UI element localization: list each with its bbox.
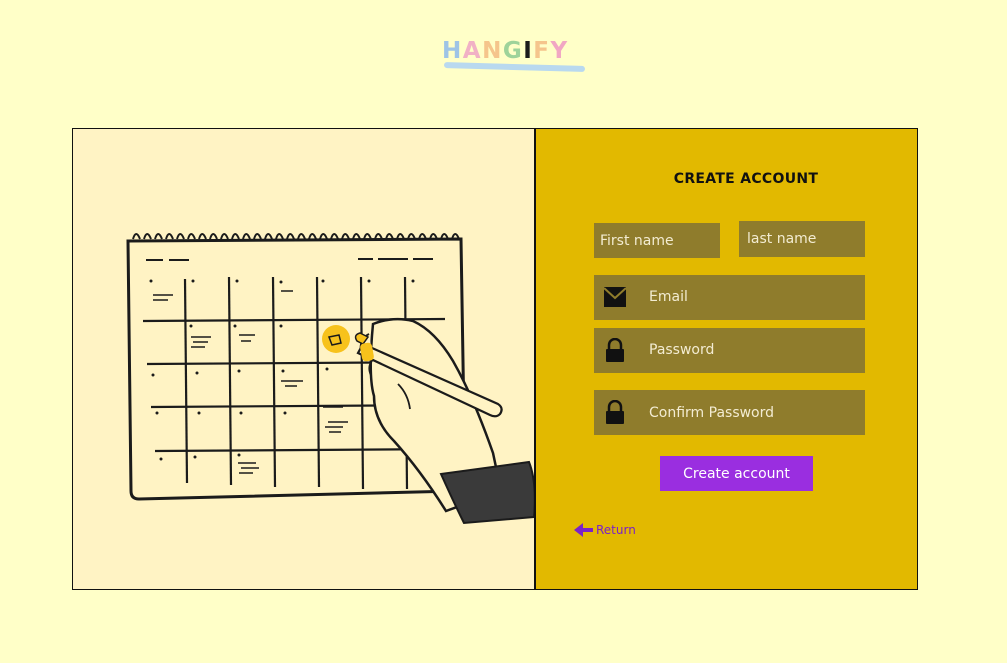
lock-icon xyxy=(604,399,626,424)
logo-letter: G xyxy=(502,38,524,64)
password-field[interactable]: Password xyxy=(594,328,865,373)
confirm-password-placeholder: Confirm Password xyxy=(649,405,775,421)
return-link[interactable]: Return xyxy=(574,523,636,537)
calendar-hand-drawing xyxy=(126,233,534,525)
first-name-input[interactable] xyxy=(594,223,720,258)
email-field[interactable]: Email xyxy=(594,275,865,320)
lock-icon xyxy=(604,337,626,362)
confirm-password-field[interactable]: Confirm Password xyxy=(594,390,865,435)
logo-letter: F xyxy=(533,38,551,64)
create-account-button[interactable]: Create account xyxy=(660,456,813,491)
logo-wordmark: HANGIFY xyxy=(442,38,569,64)
calendar-illustration xyxy=(73,129,534,589)
signup-form-panel: CREATE ACCOUNT Email Password xyxy=(536,129,917,589)
return-label: Return xyxy=(596,523,636,537)
signup-card: CREATE ACCOUNT Email Password xyxy=(72,128,918,590)
email-placeholder: Email xyxy=(649,289,688,305)
form-title: CREATE ACCOUNT xyxy=(673,171,819,187)
envelope-icon xyxy=(603,285,627,309)
hangify-logo: HANGIFY xyxy=(442,36,586,78)
last-name-input[interactable] xyxy=(739,221,865,257)
logo-letter: I xyxy=(523,38,534,64)
logo-letter: H xyxy=(442,38,463,64)
logo-letter: A xyxy=(462,38,483,64)
logo-letter: Y xyxy=(550,38,569,64)
logo-letter: N xyxy=(482,38,503,64)
password-placeholder: Password xyxy=(649,342,715,358)
arrow-left-icon xyxy=(574,523,593,537)
